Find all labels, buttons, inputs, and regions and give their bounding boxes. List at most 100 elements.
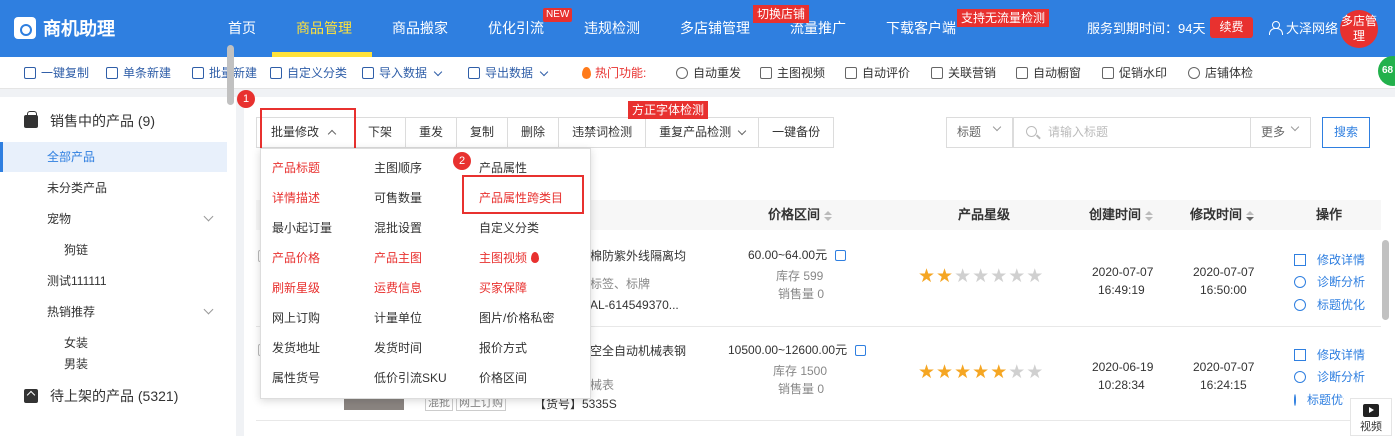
app-logo[interactable]: 商机助理 bbox=[14, 14, 115, 42]
search-button[interactable]: 搜索 bbox=[1322, 117, 1370, 148]
menu-item-ship-time[interactable]: 发货时间 bbox=[374, 339, 422, 356]
import-icon bbox=[362, 67, 374, 79]
table-scrollbar[interactable] bbox=[1382, 240, 1389, 320]
menu-item-buyer-protection[interactable]: 买家保障 bbox=[479, 279, 527, 296]
auto-showcase[interactable]: 自动橱窗 bbox=[1016, 57, 1081, 89]
shopping-bag-icon bbox=[24, 110, 38, 128]
nav-product-move[interactable]: 商品搬家 bbox=[392, 0, 448, 57]
label: 主图视频 bbox=[777, 66, 826, 80]
menu-item-product-price[interactable]: 产品价格 bbox=[272, 249, 320, 266]
more-select[interactable]: 更多 bbox=[1250, 117, 1311, 148]
sidebar-item-dog-leash[interactable]: 狗链 bbox=[0, 235, 227, 265]
repost-button[interactable]: 重发 bbox=[406, 118, 458, 147]
promo-watermark[interactable]: 促销水印 bbox=[1102, 57, 1167, 89]
sidebar-item-test[interactable]: 测试111111 bbox=[0, 266, 227, 296]
sidebar-item-pets[interactable]: 宠物 bbox=[0, 204, 227, 234]
menu-item-ship-address[interactable]: 发货地址 bbox=[272, 339, 320, 356]
menu-item-detail-desc[interactable]: 详情描述 bbox=[272, 189, 320, 206]
sidebar-scrollbar[interactable] bbox=[227, 45, 234, 105]
row-2-title-optimize[interactable]: 标题优化 bbox=[1294, 391, 1344, 408]
menu-item-refresh-stars[interactable]: 刷新星级 bbox=[272, 279, 320, 296]
menu-item-product-title[interactable]: 产品标题 bbox=[272, 159, 320, 176]
menu-item-product-attr[interactable]: 产品属性 bbox=[479, 159, 527, 176]
header-modified-time[interactable]: 修改时间 bbox=[1190, 200, 1255, 230]
on-sale-products-header[interactable]: 销售中的产品 (9) bbox=[24, 110, 155, 132]
header-price-range[interactable]: 价格区间 bbox=[768, 200, 833, 230]
menu-item-low-price-sku[interactable]: 低价引流SKU bbox=[374, 369, 447, 386]
username[interactable]: 大泽网络 bbox=[1286, 0, 1338, 57]
menu-item-image-price-private[interactable]: 图片/价格私密 bbox=[479, 309, 554, 326]
row-2-modified-date: 2020-07-07 bbox=[1193, 360, 1255, 374]
import-data[interactable]: 导入数据 bbox=[362, 57, 443, 89]
video-button[interactable]: 视频 bbox=[1350, 398, 1392, 436]
menu-item-unit[interactable]: 计量单位 bbox=[374, 309, 422, 326]
multi-store-manage-button[interactable]: 多店管理 bbox=[1340, 10, 1378, 48]
header-created-time[interactable]: 创建时间 bbox=[1089, 200, 1154, 230]
delete-button[interactable]: 删除 bbox=[508, 118, 560, 147]
sidebar-item-mens[interactable]: 男装 bbox=[0, 354, 227, 374]
row-2-diagnose[interactable]: 诊断分析 bbox=[1294, 368, 1365, 385]
sidebar-item-all-products[interactable]: 全部产品 bbox=[0, 142, 227, 172]
checkup-icon bbox=[1188, 67, 1200, 79]
export-data[interactable]: 导出数据 bbox=[468, 57, 549, 89]
auto-review[interactable]: 自动评价 bbox=[845, 57, 910, 89]
row-2-title[interactable]: 空全自动机械表钢 bbox=[590, 342, 686, 359]
search-field-select[interactable]: 标题 bbox=[946, 117, 1013, 148]
duplicate-check-button[interactable]: 重复产品检测 bbox=[646, 118, 760, 147]
highlight-batch-modify bbox=[260, 108, 356, 150]
menu-item-main-video[interactable]: 主图视频 bbox=[479, 249, 540, 266]
menu-item-freight[interactable]: 运费信息 bbox=[374, 279, 422, 296]
auto-repost[interactable]: 自动重发 bbox=[676, 57, 741, 89]
row-1-edit-details[interactable]: 修改详情 bbox=[1294, 251, 1365, 268]
sidebar-item-uncategorized[interactable]: 未分类产品 bbox=[0, 173, 227, 203]
label: 重复产品检测 bbox=[659, 125, 732, 139]
switch-store-tag[interactable]: 切换店铺 bbox=[753, 5, 810, 23]
forbidden-word-check-button[interactable]: 违禁词检测 bbox=[559, 118, 647, 147]
related-marketing[interactable]: 关联营销 bbox=[931, 57, 996, 89]
menu-item-custom-category[interactable]: 自定义分类 bbox=[479, 219, 539, 236]
row-1-subtitle: 标签、标牌 bbox=[590, 277, 651, 291]
menu-item-available-qty[interactable]: 可售数量 bbox=[374, 189, 422, 206]
copy-button[interactable]: 复制 bbox=[457, 118, 509, 147]
one-click-backup-button[interactable]: 一键备份 bbox=[759, 118, 833, 147]
custom-category[interactable]: 自定义分类 bbox=[270, 57, 347, 89]
renew-button[interactable]: 续费 bbox=[1210, 17, 1253, 38]
edit-icon[interactable] bbox=[855, 345, 867, 357]
row-1-title-optimize[interactable]: 标题优化 bbox=[1294, 296, 1365, 313]
nav-optimize-traffic[interactable]: 优化引流 bbox=[488, 0, 544, 57]
sidebar-item-hot-recommend[interactable]: 热销推荐 bbox=[0, 297, 227, 327]
row-1-stars: ★★★★★★★ bbox=[918, 265, 1044, 288]
menu-item-main-image[interactable]: 产品主图 bbox=[374, 249, 422, 266]
row-1-diagnose[interactable]: 诊断分析 bbox=[1294, 273, 1365, 290]
toolbar: 一键复制 单条新建 批量新建 自定义分类 导入数据 导出数据 热门功能: 自动重… bbox=[0, 57, 1395, 89]
menu-item-price-range[interactable]: 价格区间 bbox=[479, 369, 527, 386]
one-click-copy[interactable]: 一键复制 bbox=[24, 57, 89, 89]
edit-icon[interactable] bbox=[835, 250, 847, 262]
menu-item-attr-sku[interactable]: 属性货号 bbox=[272, 369, 320, 386]
service-expiry: 服务到期时间：94天 bbox=[1087, 21, 1206, 36]
label: 一键复制 bbox=[41, 66, 90, 80]
menu-item-mixed-batch[interactable]: 混批设置 bbox=[374, 219, 422, 236]
search-input[interactable]: 请输入标题 bbox=[1013, 117, 1251, 148]
single-new[interactable]: 单条新建 bbox=[106, 57, 171, 89]
nav-download-client[interactable]: 下载客户端 bbox=[886, 0, 956, 57]
batch-new[interactable]: 批量新建 bbox=[192, 57, 257, 89]
pending-products-header[interactable]: 待上架的产品 (5321) bbox=[24, 385, 224, 407]
nav-multi-store[interactable]: 多店铺管理 bbox=[680, 0, 750, 57]
menu-item-main-image-order[interactable]: 主图顺序 bbox=[374, 159, 422, 176]
font-check-tag[interactable]: 方正字体检测 bbox=[628, 101, 709, 119]
menu-item-online-order[interactable]: 网上订购 bbox=[272, 309, 320, 326]
menu-item-quote-method[interactable]: 报价方式 bbox=[479, 339, 527, 356]
hot-features-label: 热门功能: bbox=[582, 57, 646, 89]
row-1-title[interactable]: 棉防紫外线隔离均 bbox=[590, 247, 686, 264]
row-1-modified-date: 2020-07-07 bbox=[1193, 265, 1255, 279]
label: 标题优化 bbox=[1317, 298, 1366, 312]
main-image-video[interactable]: 主图视频 bbox=[760, 57, 825, 89]
delist-button[interactable]: 下架 bbox=[355, 118, 407, 147]
menu-item-min-order[interactable]: 最小起订量 bbox=[272, 219, 332, 236]
nav-product-manage[interactable]: 商品管理 bbox=[296, 0, 352, 57]
row-2-edit-details[interactable]: 修改详情 bbox=[1294, 346, 1365, 363]
nav-violation-check[interactable]: 违规检测 bbox=[584, 0, 640, 57]
row-1-stock: 库存 599 bbox=[776, 269, 824, 283]
store-checkup[interactable]: 店铺体检 bbox=[1188, 57, 1253, 89]
